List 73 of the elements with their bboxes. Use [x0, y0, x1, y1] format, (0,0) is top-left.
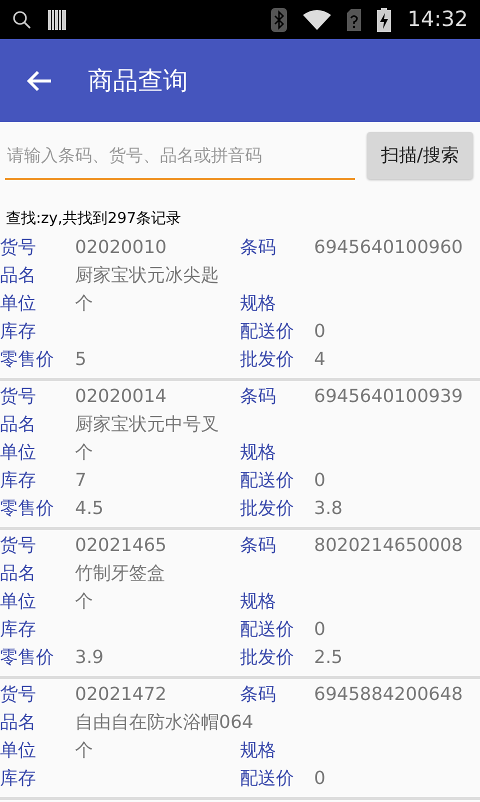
field-label: 品名 — [0, 414, 36, 435]
field-label: 配送价 — [240, 321, 294, 342]
field-label: 规格 — [240, 442, 276, 463]
field-value: 02020010 — [75, 237, 167, 258]
barcode-icon — [48, 10, 66, 30]
field-value: 3.9 — [75, 647, 104, 668]
field-value: 个 — [75, 442, 93, 463]
field-label: 货号 — [0, 386, 36, 407]
field-value: 6945884200648 — [314, 684, 463, 705]
field-value: 厨家宝状元冰尖匙 — [75, 265, 219, 286]
field-label: 品名 — [0, 712, 36, 733]
search-field[interactable]: 请输入条码、货号、品名或拼音码 — [5, 138, 355, 180]
field-label: 批发价 — [240, 498, 294, 519]
field-label: 配送价 — [240, 768, 294, 789]
field-label: 库存 — [0, 321, 36, 342]
field-label: 规格 — [240, 740, 276, 761]
field-label: 零售价 — [0, 498, 54, 519]
field-value: 6945640100960 — [314, 237, 463, 258]
status-time: 14:32 — [407, 6, 468, 33]
field-value: 竹制牙签盒 — [75, 563, 165, 584]
sim-icon — [347, 8, 362, 30]
field-value: 02020014 — [75, 386, 167, 407]
back-arrow-icon[interactable] — [26, 70, 52, 92]
field-label: 条码 — [240, 535, 276, 556]
field-label: 单位 — [0, 293, 36, 314]
field-label: 单位 — [0, 740, 36, 761]
field-label: 单位 — [0, 591, 36, 612]
field-label: 配送价 — [240, 619, 294, 640]
field-value: 02021465 — [75, 535, 167, 556]
field-value: 3.8 — [314, 498, 343, 519]
bluetooth-icon — [271, 8, 288, 32]
field-label: 规格 — [240, 293, 276, 314]
field-label: 库存 — [0, 470, 36, 491]
field-label: 货号 — [0, 237, 36, 258]
field-label: 条码 — [240, 386, 276, 407]
field-value: 0 — [314, 470, 326, 491]
field-value: 8020214650008 — [314, 535, 463, 556]
field-value: 6945640100939 — [314, 386, 463, 407]
screen-title: 商品查询 — [88, 64, 188, 97]
field-label: 条码 — [240, 237, 276, 258]
field-label: 货号 — [0, 684, 36, 705]
field-value: 个 — [75, 293, 93, 314]
field-label: 零售价 — [0, 349, 54, 370]
field-value: 5 — [75, 349, 86, 370]
field-label: 批发价 — [240, 349, 294, 370]
field-value: 0 — [314, 619, 326, 640]
wifi-icon — [303, 10, 332, 30]
field-value: 7 — [75, 470, 86, 491]
field-value: 厨家宝状元中号叉 — [75, 414, 219, 435]
field-value: 个 — [75, 591, 93, 612]
field-value: 0 — [314, 321, 326, 342]
field-label: 批发价 — [240, 647, 294, 668]
field-value: 2.5 — [314, 647, 343, 668]
field-value: 个 — [75, 740, 93, 761]
result-summary: 查找:zy,共找到297条记录 — [6, 209, 182, 227]
field-label: 配送价 — [240, 470, 294, 491]
search-icon — [12, 10, 32, 30]
field-label: 规格 — [240, 591, 276, 612]
battery-icon — [377, 8, 392, 32]
field-value: 0 — [314, 768, 326, 789]
field-value: 4 — [314, 349, 326, 370]
scan-search-button[interactable]: 扫描/搜索 — [366, 132, 473, 179]
field-label: 货号 — [0, 535, 36, 556]
field-label: 品名 — [0, 563, 36, 584]
field-label: 库存 — [0, 768, 36, 789]
field-value: 4.5 — [75, 498, 104, 519]
field-value: 02021472 — [75, 684, 167, 705]
field-label: 零售价 — [0, 647, 54, 668]
field-label: 单位 — [0, 442, 36, 463]
field-label: 条码 — [240, 684, 276, 705]
field-label: 库存 — [0, 619, 36, 640]
field-label: 品名 — [0, 265, 36, 286]
field-value: 自由自在防水浴帽064 — [75, 712, 254, 733]
